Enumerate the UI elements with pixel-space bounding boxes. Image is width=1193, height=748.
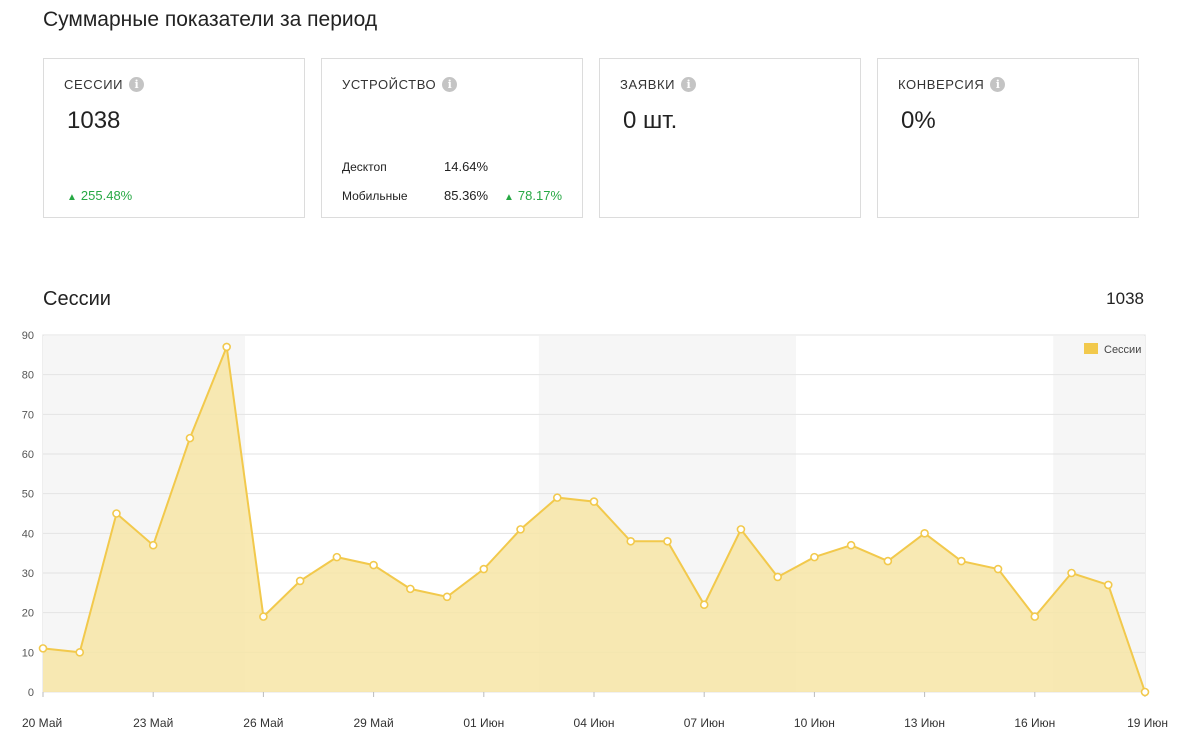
data-point bbox=[479, 564, 489, 574]
data-point bbox=[699, 600, 709, 610]
y-tick-label: 40 bbox=[22, 528, 34, 540]
y-tick-label: 20 bbox=[22, 608, 34, 620]
data-point bbox=[38, 644, 48, 653]
data-point bbox=[185, 433, 195, 443]
y-tick-label: 10 bbox=[22, 647, 34, 659]
data-point bbox=[993, 564, 1003, 574]
data-point bbox=[736, 525, 746, 534]
data-point bbox=[773, 572, 782, 582]
data-point bbox=[148, 540, 158, 550]
x-tick-label: 07 Июн bbox=[684, 716, 725, 730]
legend-swatch bbox=[1084, 343, 1098, 354]
x-tick-label: 16 Июн bbox=[1014, 716, 1055, 730]
y-tick-label: 0 bbox=[28, 687, 34, 699]
x-tick-label: 13 Июн bbox=[904, 716, 945, 730]
data-point bbox=[1140, 687, 1150, 697]
data-point bbox=[332, 552, 342, 562]
data-point bbox=[516, 525, 525, 534]
x-tick-label: 26 Май bbox=[243, 716, 283, 730]
data-point bbox=[369, 560, 378, 570]
data-point bbox=[1030, 612, 1040, 621]
data-point bbox=[259, 612, 268, 621]
x-tick-label: 23 Май bbox=[133, 716, 173, 730]
data-point bbox=[589, 497, 599, 506]
data-point bbox=[406, 584, 415, 594]
y-tick-label: 50 bbox=[22, 489, 34, 501]
x-tick-label: 04 Июн bbox=[574, 716, 615, 730]
data-point bbox=[1103, 580, 1113, 590]
y-tick-label: 30 bbox=[22, 568, 34, 580]
y-tick-label: 60 bbox=[22, 449, 34, 461]
data-point bbox=[295, 576, 305, 586]
x-tick-label: 20 Май bbox=[22, 716, 62, 730]
data-point bbox=[552, 493, 562, 502]
y-tick-label: 80 bbox=[22, 370, 34, 382]
data-point bbox=[883, 556, 893, 566]
data-point bbox=[222, 342, 231, 352]
data-point bbox=[810, 552, 819, 562]
x-tick-label: 19 Июн bbox=[1127, 716, 1168, 730]
data-point bbox=[920, 529, 929, 538]
x-tick-label: 29 Май bbox=[353, 716, 393, 730]
data-point bbox=[663, 536, 672, 546]
x-tick-label: 10 Июн bbox=[794, 716, 835, 730]
x-tick-label: 01 Июн bbox=[463, 716, 504, 730]
data-point bbox=[75, 648, 85, 657]
legend-label: Сессии bbox=[1104, 344, 1141, 356]
data-point bbox=[957, 556, 966, 566]
data-point bbox=[442, 592, 452, 602]
data-point bbox=[846, 540, 856, 550]
data-point bbox=[1067, 568, 1076, 578]
y-tick-label: 70 bbox=[22, 409, 34, 421]
data-point bbox=[626, 536, 636, 546]
sessions-chart: 0 10 20 30 40 50 60 70 80 90 20 Май 23 Май 26 Май 29 … bbox=[22, 330, 1168, 730]
y-tick-label: 90 bbox=[22, 330, 34, 342]
data-point bbox=[112, 509, 121, 518]
